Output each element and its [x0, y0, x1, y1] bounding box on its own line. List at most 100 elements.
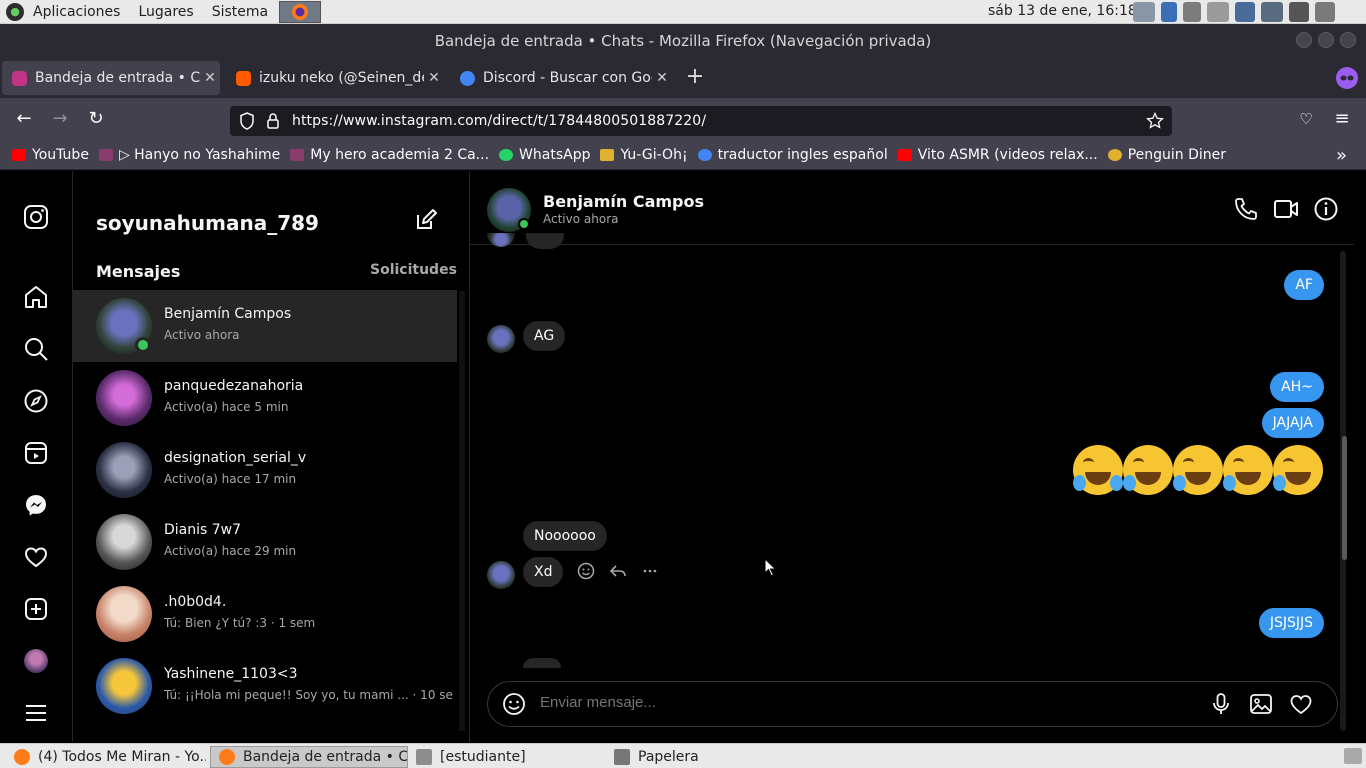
avatar — [96, 514, 152, 570]
show-desktop-icon[interactable] — [1344, 748, 1362, 764]
bookmark-label: ▷ Hanyo no Yashahime — [118, 146, 281, 163]
chat-scrollbar-thumb[interactable] — [1342, 436, 1347, 560]
network-monitor-icon[interactable] — [1133, 2, 1155, 22]
wifi-signal-icon[interactable] — [1235, 2, 1255, 22]
firefox-launcher-icon[interactable] — [279, 0, 322, 23]
contact-name[interactable]: Benjamín Campos — [543, 192, 704, 211]
conversation-item[interactable]: panquedezanahoria Activo(a) hace 5 min — [73, 362, 457, 434]
requests-link[interactable]: Solicitudes — [370, 262, 457, 278]
close-tab-icon[interactable]: ✕ — [652, 70, 672, 86]
new-tab-button[interactable]: + — [684, 66, 706, 88]
conversation-name: Benjamín Campos — [164, 306, 292, 322]
places-menu[interactable]: Lugares — [129, 4, 202, 20]
trash-icon — [614, 749, 630, 765]
bookmark-yugioh[interactable]: Yu-Gi-Oh¡ — [600, 147, 688, 163]
bookmarks-overflow-chevron-icon[interactable]: » — [1336, 145, 1347, 166]
messenger-icon[interactable] — [23, 492, 49, 518]
wattpad-favicon-icon — [236, 70, 251, 86]
conversation-list-scrollbar[interactable] — [459, 291, 465, 731]
tab-title: Discord - Buscar con Google — [483, 70, 652, 86]
profile-avatar[interactable] — [24, 649, 48, 673]
message-bubble-outgoing[interactable]: AF — [1284, 270, 1324, 300]
clipboard-icon[interactable] — [1183, 2, 1201, 22]
tab-google[interactable]: Discord - Buscar con Google ✕ — [450, 61, 672, 95]
bookmark-whatsapp[interactable]: WhatsApp — [499, 147, 590, 163]
tab-wattpad[interactable]: izuku neko (@Seinen_deku ✕ — [226, 61, 444, 95]
taskbar-trash[interactable]: Papelera — [606, 746, 806, 768]
clock[interactable]: sáb 13 de ene, 16:18 — [988, 3, 1137, 19]
applications-menu[interactable]: Aplicaciones — [24, 4, 129, 20]
react-emoji-icon[interactable] — [577, 562, 595, 580]
messages-heading: Mensajes — [96, 262, 181, 281]
conversation-item[interactable]: Yashinene_1103<3 Tú: ¡¡Hola mi peque!! S… — [73, 650, 457, 722]
chevron-down-icon[interactable]: ⌄ — [295, 215, 307, 231]
message-input[interactable] — [540, 694, 1190, 711]
bookmark-youtube[interactable]: YouTube — [12, 147, 89, 163]
message-bubble-outgoing[interactable]: JAJAJA — [1261, 408, 1324, 438]
bookmark-penguin-diner[interactable]: Penguin Diner — [1107, 147, 1226, 163]
close-tab-icon[interactable]: ✕ — [200, 70, 220, 86]
new-message-compose-icon[interactable] — [414, 208, 438, 232]
reload-icon[interactable]: ↻ — [83, 106, 109, 132]
gallery-image-icon[interactable] — [1249, 692, 1273, 716]
more-options-icon[interactable] — [641, 562, 659, 580]
microphone-icon[interactable] — [1209, 692, 1233, 716]
video-call-icon[interactable] — [1273, 196, 1299, 222]
conversation-item[interactable]: .h0b0d4. Tú: Bien ¿Y tú? :3 · 1 sem — [73, 578, 457, 650]
sender-avatar — [487, 561, 515, 589]
url-bar[interactable]: https://www.instagram.com/direct/t/17844… — [230, 106, 1172, 136]
conversation-item[interactable]: Benjamín Campos Activo ahora — [73, 290, 457, 362]
taskbar-window-file-manager[interactable]: [estudiante] — [408, 746, 608, 768]
system-menu[interactable]: Sistema — [203, 4, 277, 20]
message-bubble-outgoing[interactable]: JSJSJJS — [1258, 608, 1324, 638]
forward-arrow-icon[interactable]: → — [47, 106, 73, 132]
back-arrow-icon[interactable]: ← — [11, 106, 37, 132]
maximize-button[interactable] — [1318, 32, 1334, 48]
home-icon[interactable] — [23, 284, 49, 310]
gnome-foot-icon[interactable]: ● — [6, 2, 24, 21]
minimize-button[interactable] — [1296, 32, 1312, 48]
create-post-icon[interactable] — [23, 596, 49, 622]
bookmark-translator[interactable]: traductor ingles español — [697, 147, 888, 163]
phone-call-icon[interactable] — [1233, 196, 1259, 222]
url-text[interactable]: https://www.instagram.com/direct/t/17844… — [292, 113, 706, 129]
notifications-heart-icon[interactable] — [23, 544, 49, 570]
close-tab-icon[interactable]: ✕ — [424, 70, 444, 86]
reply-icon[interactable] — [609, 562, 627, 580]
message-bubble-incoming[interactable]: Xd — [523, 557, 564, 587]
conversation-status: Activo(a) hace 5 min — [164, 400, 289, 414]
conversation-name: panquedezanahoria — [164, 378, 304, 394]
emoji-picker-icon[interactable] — [502, 692, 526, 716]
bookmark-label: Vito ASMR (videos relax... — [917, 146, 1098, 163]
more-menu-icon[interactable] — [23, 700, 49, 726]
bookmark-yashahime[interactable]: ▷ Hanyo no Yashahime — [98, 146, 281, 163]
tab-instagram[interactable]: Bandeja de entrada • Chats ✕ — [2, 61, 220, 95]
conversation-item[interactable]: Dianis 7w7 Activo(a) hace 29 min — [73, 506, 457, 578]
reels-icon[interactable] — [23, 440, 49, 466]
bookmark-vito[interactable]: Vito ASMR (videos relax... — [897, 146, 1098, 163]
taskbar-window-instagram[interactable]: Bandeja de entrada • C... — [210, 746, 408, 768]
message-bubble-outgoing[interactable]: AH~ — [1270, 372, 1324, 402]
conversation-item[interactable]: designation_serial_v Activo(a) hace 17 m… — [73, 434, 457, 506]
volume-icon[interactable] — [1207, 2, 1229, 22]
user-switch-icon[interactable] — [1261, 2, 1283, 22]
explore-compass-icon[interactable] — [23, 388, 49, 414]
like-heart-icon[interactable] — [1289, 692, 1313, 716]
tracking-shield-icon[interactable] — [239, 112, 255, 130]
bluetooth-icon[interactable] — [1161, 2, 1177, 22]
keyboard-icon[interactable] — [1289, 2, 1309, 22]
instagram-logo-icon[interactable] — [23, 204, 49, 230]
account-switcher[interactable]: soyunahumana_789 — [96, 211, 319, 235]
hamburger-menu-icon[interactable]: ≡ — [1329, 106, 1355, 132]
close-window-button[interactable] — [1340, 32, 1356, 48]
bookmark-star-icon[interactable] — [1146, 111, 1164, 130]
padlock-icon[interactable] — [266, 112, 280, 130]
bookmark-mha[interactable]: My hero academia 2 Ca... — [290, 147, 489, 163]
shutdown-icon[interactable] — [1315, 2, 1335, 22]
taskbar-window-youtube[interactable]: (4) Todos Me Miran - Yo... — [6, 746, 206, 768]
message-bubble-incoming[interactable]: Noooooo — [523, 521, 607, 551]
message-bubble-incoming[interactable]: AG — [523, 321, 566, 351]
search-icon[interactable] — [23, 336, 49, 362]
pocket-icon[interactable]: ♡ — [1293, 106, 1319, 132]
conversation-info-icon[interactable] — [1313, 196, 1339, 222]
